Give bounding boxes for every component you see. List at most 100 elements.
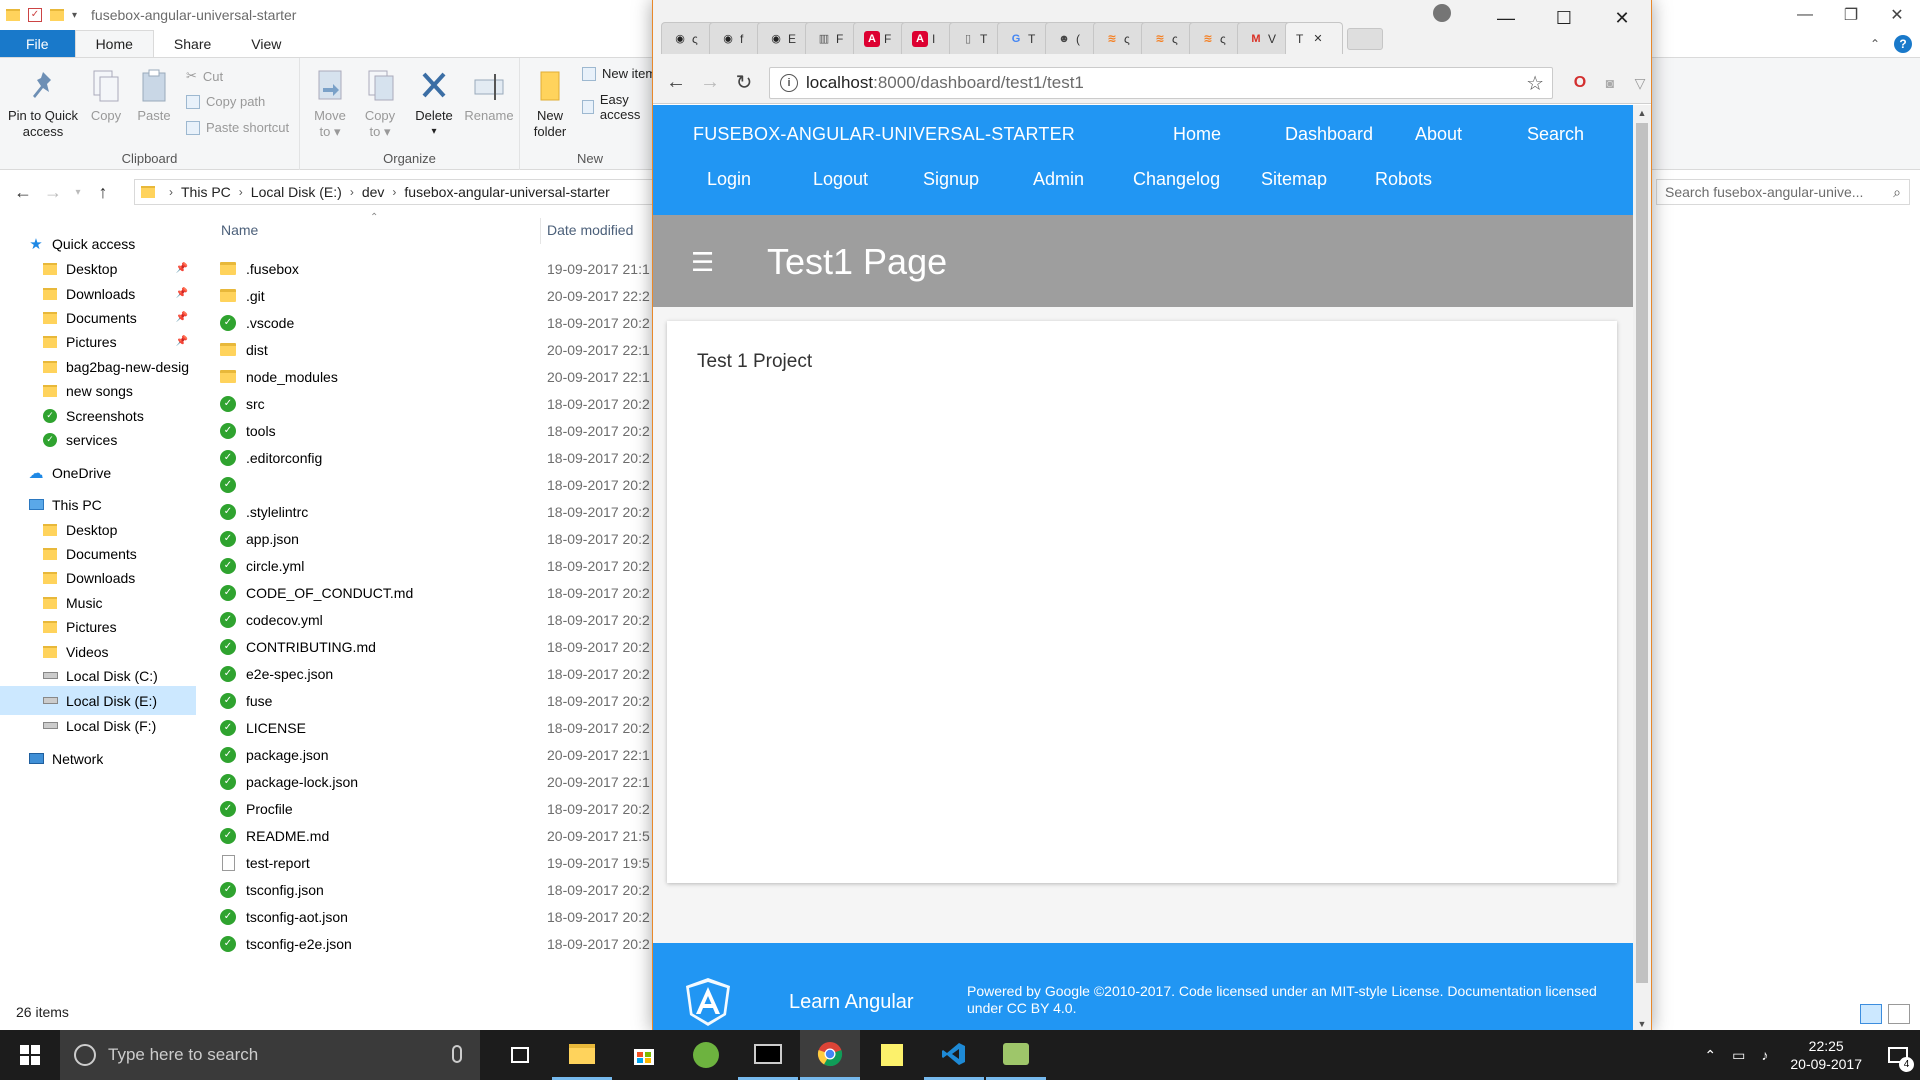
chrome-tab[interactable]: ◉ ς bbox=[661, 22, 715, 54]
tab-share[interactable]: Share bbox=[154, 30, 231, 57]
back-arrow-icon[interactable]: ← bbox=[8, 182, 38, 203]
omnibox[interactable]: i localhost:8000/dashboard/test1/test1 ☆ bbox=[769, 67, 1553, 99]
file-row[interactable]: node_modules 20-09-2017 22:1 bbox=[220, 363, 660, 390]
chrome-tab[interactable]: ◉ E bbox=[757, 22, 811, 54]
nav-link-search[interactable]: Search bbox=[1527, 124, 1584, 145]
show-hidden-icons-icon[interactable]: ⌃ bbox=[1696, 1047, 1724, 1064]
taskbar-chrome[interactable] bbox=[800, 1030, 860, 1080]
chevron-right-icon[interactable]: › bbox=[392, 185, 396, 199]
back-button[interactable]: ← bbox=[659, 71, 693, 94]
chrome-tab[interactable]: AI bbox=[901, 22, 955, 54]
tab-view[interactable]: View bbox=[231, 30, 301, 57]
task-view-button[interactable] bbox=[490, 1030, 550, 1080]
nav-item[interactable]: Local Disk (F:) bbox=[0, 711, 196, 740]
scroll-up-icon[interactable]: ▲ bbox=[1633, 105, 1651, 121]
taskbar-node-app[interactable] bbox=[986, 1030, 1046, 1080]
file-row[interactable]: ✓ e2e-spec.json 18-09-2017 20:2 bbox=[220, 660, 660, 687]
help-icon[interactable]: ? bbox=[1894, 34, 1912, 53]
file-row[interactable]: ✓ CODE_OF_CONDUCT.md 18-09-2017 20:2 bbox=[220, 579, 660, 606]
file-row[interactable]: ✓ Procfile 18-09-2017 20:2 bbox=[220, 795, 660, 822]
profile-icon[interactable] bbox=[1433, 4, 1451, 22]
recent-locations-icon[interactable]: ▾ bbox=[68, 187, 88, 198]
new-tab-button[interactable] bbox=[1347, 28, 1383, 50]
collapse-ribbon-icon[interactable]: ⌃ bbox=[1870, 37, 1880, 51]
paste-button[interactable]: Paste bbox=[132, 68, 176, 124]
chrome-tab[interactable]: ▥ F bbox=[805, 22, 859, 54]
taskbar-search-box[interactable]: Type here to search bbox=[60, 1030, 480, 1080]
restore-button[interactable]: ❐ bbox=[1828, 0, 1874, 30]
chrome-close-button[interactable]: ✕ bbox=[1593, 0, 1651, 36]
copy-to-button[interactable]: Copy to ▾ bbox=[358, 68, 402, 140]
network-icon[interactable]: ▭ bbox=[1724, 1047, 1753, 1064]
file-row[interactable]: ✓ README.md 20-09-2017 21:5 bbox=[220, 822, 660, 849]
nav-link-admin[interactable]: Admin bbox=[1033, 169, 1084, 190]
rename-button[interactable]: Rename bbox=[462, 68, 516, 124]
reload-button[interactable]: ↻ bbox=[727, 70, 761, 95]
chrome-tab[interactable]: ☻( bbox=[1045, 22, 1099, 54]
pocket-extension-icon[interactable]: ▽ bbox=[1629, 72, 1651, 94]
action-center-button[interactable]: 4 bbox=[1876, 1030, 1920, 1080]
file-row[interactable]: ✓ tsconfig-aot.json 18-09-2017 20:2 bbox=[220, 903, 660, 930]
copy-button[interactable]: Copy bbox=[84, 68, 128, 124]
file-row[interactable]: ✓ package.json 20-09-2017 22:1 bbox=[220, 741, 660, 768]
tab-file[interactable]: File bbox=[0, 30, 75, 57]
column-divider[interactable] bbox=[540, 218, 541, 244]
breadcrumb-this-pc[interactable]: This PC bbox=[181, 184, 231, 200]
hamburger-menu-icon[interactable]: ☰ bbox=[691, 249, 714, 275]
nav-link-signup[interactable]: Signup bbox=[923, 169, 979, 190]
file-row[interactable]: ✓ src 18-09-2017 20:2 bbox=[220, 390, 660, 417]
minimize-button[interactable]: — bbox=[1782, 0, 1828, 30]
customize-toolbar-icon[interactable]: ▾ bbox=[72, 10, 77, 21]
nav-link-sitemap[interactable]: Sitemap bbox=[1261, 169, 1327, 190]
file-row[interactable]: ✓ circle.yml 18-09-2017 20:2 bbox=[220, 552, 660, 579]
chrome-tab[interactable]: ▯ T bbox=[949, 22, 1003, 54]
copy-path-button[interactable]: Copy path bbox=[186, 94, 265, 109]
chrome-tab[interactable]: ≋ ς bbox=[1093, 22, 1147, 54]
properties-icon[interactable]: ✓ bbox=[28, 8, 42, 22]
chrome-tab-active[interactable]: T ✕ bbox=[1285, 22, 1343, 54]
taskbar-sticky-notes[interactable] bbox=[862, 1030, 922, 1080]
taskbar-terminal[interactable] bbox=[738, 1030, 798, 1080]
taskbar-file-explorer[interactable] bbox=[552, 1030, 612, 1080]
explorer-search-box[interactable]: Search fusebox-angular-unive... ⌕ bbox=[1656, 179, 1910, 205]
opera-extension-icon[interactable]: O bbox=[1569, 72, 1591, 94]
site-info-icon[interactable]: i bbox=[780, 74, 798, 92]
taskbar-store[interactable] bbox=[614, 1030, 674, 1080]
breadcrumb-current-folder[interactable]: fusebox-angular-universal-starter bbox=[404, 184, 609, 200]
file-row[interactable]: dist 20-09-2017 22:1 bbox=[220, 336, 660, 363]
file-row[interactable]: ✓ .editorconfig 18-09-2017 20:2 bbox=[220, 444, 660, 471]
nav-link-dashboard[interactable]: Dashboard bbox=[1285, 124, 1373, 145]
nav-link-logout[interactable]: Logout bbox=[813, 169, 868, 190]
nav-item[interactable]: ✓ services bbox=[0, 425, 196, 454]
nav-item[interactable]: ☁ OneDrive bbox=[0, 458, 196, 487]
large-icons-view-button[interactable] bbox=[1888, 1004, 1910, 1024]
file-row[interactable]: ✓ tsconfig.json 18-09-2017 20:2 bbox=[220, 876, 660, 903]
file-row[interactable]: ✓ LICENSE 18-09-2017 20:2 bbox=[220, 714, 660, 741]
file-row[interactable]: ✓ tools 18-09-2017 20:2 bbox=[220, 417, 660, 444]
scrollbar-thumb[interactable] bbox=[1636, 123, 1648, 983]
file-row[interactable]: ✓ app.json 18-09-2017 20:2 bbox=[220, 525, 660, 552]
nav-item[interactable]: Network bbox=[0, 744, 196, 773]
chrome-tab[interactable]: GT bbox=[997, 22, 1051, 54]
move-to-button[interactable]: Move to ▾ bbox=[308, 68, 352, 140]
chrome-minimize-button[interactable]: — bbox=[1477, 0, 1535, 36]
paste-shortcut-button[interactable]: Paste shortcut bbox=[186, 120, 289, 135]
file-row[interactable]: ✓ .stylelintrc 18-09-2017 20:2 bbox=[220, 498, 660, 525]
chevron-right-icon[interactable]: › bbox=[239, 185, 243, 199]
new-item-button[interactable]: New item bbox=[582, 66, 656, 81]
volume-icon[interactable]: ♪ bbox=[1753, 1047, 1776, 1063]
bookmark-star-icon[interactable]: ☆ bbox=[1526, 71, 1544, 96]
nav-link-home[interactable]: Home bbox=[1173, 124, 1221, 145]
angular-logo-icon[interactable] bbox=[685, 977, 731, 1027]
chrome-tab[interactable]: AF bbox=[853, 22, 907, 54]
learn-angular-link[interactable]: Learn Angular bbox=[789, 991, 914, 1014]
taskbar-vscode[interactable] bbox=[924, 1030, 984, 1080]
file-row[interactable]: .git 20-09-2017 22:2 bbox=[220, 282, 660, 309]
easy-access-button[interactable]: Easy access bbox=[582, 92, 660, 122]
start-button[interactable] bbox=[0, 1030, 60, 1080]
close-button[interactable]: ✕ bbox=[1874, 0, 1920, 30]
close-tab-icon[interactable]: ✕ bbox=[1313, 32, 1322, 45]
file-row[interactable]: ✓ tsconfig-e2e.json 18-09-2017 20:2 bbox=[220, 930, 660, 957]
cut-button[interactable]: ✂ Cut bbox=[186, 68, 223, 84]
up-arrow-icon[interactable]: ↑ bbox=[88, 182, 118, 203]
